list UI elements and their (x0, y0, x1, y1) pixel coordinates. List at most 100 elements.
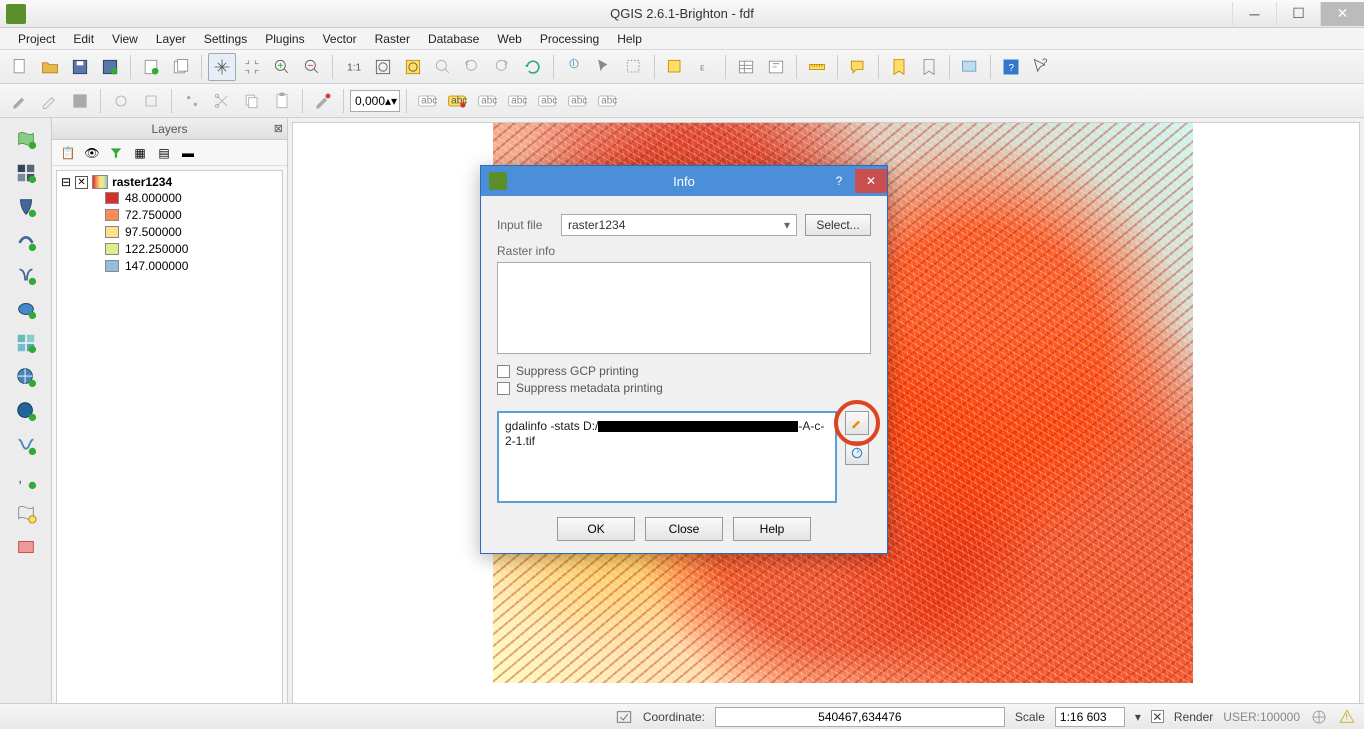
add-wfs-icon[interactable] (11, 396, 41, 426)
node-tool-icon[interactable] (178, 87, 206, 115)
ok-button[interactable]: OK (557, 517, 635, 541)
edit-pencil-icon[interactable] (36, 87, 64, 115)
tree-collapse-icon[interactable]: ⊟ (61, 175, 71, 189)
zoom-next-icon[interactable] (489, 53, 517, 81)
cut-icon[interactable] (208, 87, 236, 115)
measure-icon[interactable] (803, 53, 831, 81)
bookmark-new-icon[interactable] (885, 53, 913, 81)
messages-icon[interactable]: ! (1338, 708, 1356, 726)
menu-processing[interactable]: Processing (532, 30, 607, 48)
zoom-out-icon[interactable] (298, 53, 326, 81)
menu-database[interactable]: Database (420, 30, 487, 48)
save-project-icon[interactable] (66, 53, 94, 81)
filter-icon[interactable] (106, 143, 126, 163)
layer-row-raster[interactable]: ⊟ ✕ raster1234 (61, 175, 278, 189)
reset-command-button[interactable] (845, 441, 869, 465)
menu-view[interactable]: View (104, 30, 146, 48)
attribute-table-icon[interactable] (732, 53, 760, 81)
pan-to-selection-icon[interactable] (238, 53, 266, 81)
bookmark-show-icon[interactable] (915, 53, 943, 81)
layer-checkbox[interactable]: ✕ (75, 176, 88, 189)
menu-project[interactable]: Project (10, 30, 63, 48)
add-delimited-icon[interactable]: , (11, 464, 41, 494)
paste-icon[interactable] (268, 87, 296, 115)
save-edits-icon[interactable] (66, 87, 94, 115)
dialog-close-icon[interactable]: ✕ (855, 169, 887, 193)
label-abc2-icon[interactable]: abc (443, 87, 471, 115)
identify-icon[interactable]: i (560, 53, 588, 81)
label-abc4-icon[interactable]: abc (503, 87, 531, 115)
scale-dropdown-icon[interactable]: ▾ (1135, 710, 1141, 724)
minimize-button[interactable]: ─ (1232, 2, 1276, 26)
menu-web[interactable]: Web (489, 30, 529, 48)
raster-info-textarea[interactable] (497, 262, 871, 354)
add-vector-icon[interactable] (11, 124, 41, 154)
input-file-combo[interactable]: raster1234 (561, 214, 797, 236)
deselect-icon[interactable] (661, 53, 689, 81)
add-mssql-icon[interactable] (11, 260, 41, 290)
remove-icon[interactable]: ▬ (178, 143, 198, 163)
map-tips-icon[interactable] (844, 53, 872, 81)
menu-vector[interactable]: Vector (315, 30, 365, 48)
zoom-full-icon[interactable] (369, 53, 397, 81)
save-as-icon[interactable] (96, 53, 124, 81)
suppress-gcp-checkbox[interactable]: Suppress GCP printing (497, 364, 871, 378)
add-spatialite-icon[interactable] (11, 226, 41, 256)
refresh-icon[interactable] (519, 53, 547, 81)
add-wms-icon[interactable] (11, 328, 41, 358)
delete-icon[interactable] (309, 87, 337, 115)
maximize-button[interactable]: ☐ (1276, 2, 1320, 26)
move-feature-icon[interactable] (137, 87, 165, 115)
expression-icon[interactable]: ε (691, 53, 719, 81)
close-button[interactable]: Close (645, 517, 723, 541)
coord-input[interactable] (715, 707, 1005, 727)
menu-raster[interactable]: Raster (367, 30, 418, 48)
dialog-titlebar[interactable]: Info ? ✕ (481, 166, 887, 196)
dialog-help-icon[interactable]: ? (823, 169, 855, 193)
menu-help[interactable]: Help (609, 30, 650, 48)
open-project-icon[interactable] (36, 53, 64, 81)
add-raster-icon[interactable] (11, 158, 41, 188)
help-button[interactable]: Help (733, 517, 811, 541)
zoom-last-icon[interactable] (459, 53, 487, 81)
edit-command-button[interactable] (845, 411, 869, 435)
new-project-icon[interactable] (6, 53, 34, 81)
help-icon[interactable]: ? (997, 53, 1025, 81)
crs-icon[interactable] (1310, 708, 1328, 726)
add-feature-icon[interactable] (107, 87, 135, 115)
menu-edit[interactable]: Edit (65, 30, 102, 48)
edit-toggle-icon[interactable] (6, 87, 34, 115)
panel-close-icon[interactable]: ⊠ (274, 122, 283, 135)
menu-layer[interactable]: Layer (148, 30, 194, 48)
remove-layer-icon[interactable] (11, 532, 41, 562)
copy-icon[interactable] (238, 87, 266, 115)
command-textarea[interactable]: gdalinfo -stats D:/-A-c-2-1.tif (497, 411, 837, 503)
close-button[interactable]: ✕ (1320, 2, 1364, 26)
label-abc5-icon[interactable]: abc (533, 87, 561, 115)
add-wcs-icon[interactable] (11, 362, 41, 392)
label-abc7-icon[interactable]: abc (593, 87, 621, 115)
zoom-layer-icon[interactable] (429, 53, 457, 81)
annotation-icon[interactable] (956, 53, 984, 81)
zoom-native-icon[interactable]: 1:1 (339, 53, 367, 81)
zoom-in-icon[interactable] (268, 53, 296, 81)
menu-plugins[interactable]: Plugins (257, 30, 312, 48)
expand-icon[interactable]: ▦ (130, 143, 150, 163)
add-postgis-icon[interactable] (11, 192, 41, 222)
render-checkbox[interactable]: ✕ (1151, 710, 1164, 723)
pan-icon[interactable] (208, 53, 236, 81)
add-group-icon[interactable]: 📋 (58, 143, 78, 163)
toggle-extents-icon[interactable] (615, 708, 633, 726)
new-shapefile-icon[interactable] (11, 498, 41, 528)
scale-input[interactable] (1055, 707, 1125, 727)
label-abc3-icon[interactable]: abc (473, 87, 501, 115)
label-abc6-icon[interactable]: abc (563, 87, 591, 115)
layer-tree[interactable]: ⊟ ✕ raster1234 48.000000 72.750000 97.50… (56, 170, 283, 722)
collapse-icon[interactable]: ▤ (154, 143, 174, 163)
add-csv-icon[interactable] (11, 430, 41, 460)
add-oracle-icon[interactable] (11, 294, 41, 324)
zoom-selection-icon[interactable] (399, 53, 427, 81)
new-composer-icon[interactable] (137, 53, 165, 81)
field-calc-icon[interactable] (762, 53, 790, 81)
label-abc1-icon[interactable]: abc (413, 87, 441, 115)
